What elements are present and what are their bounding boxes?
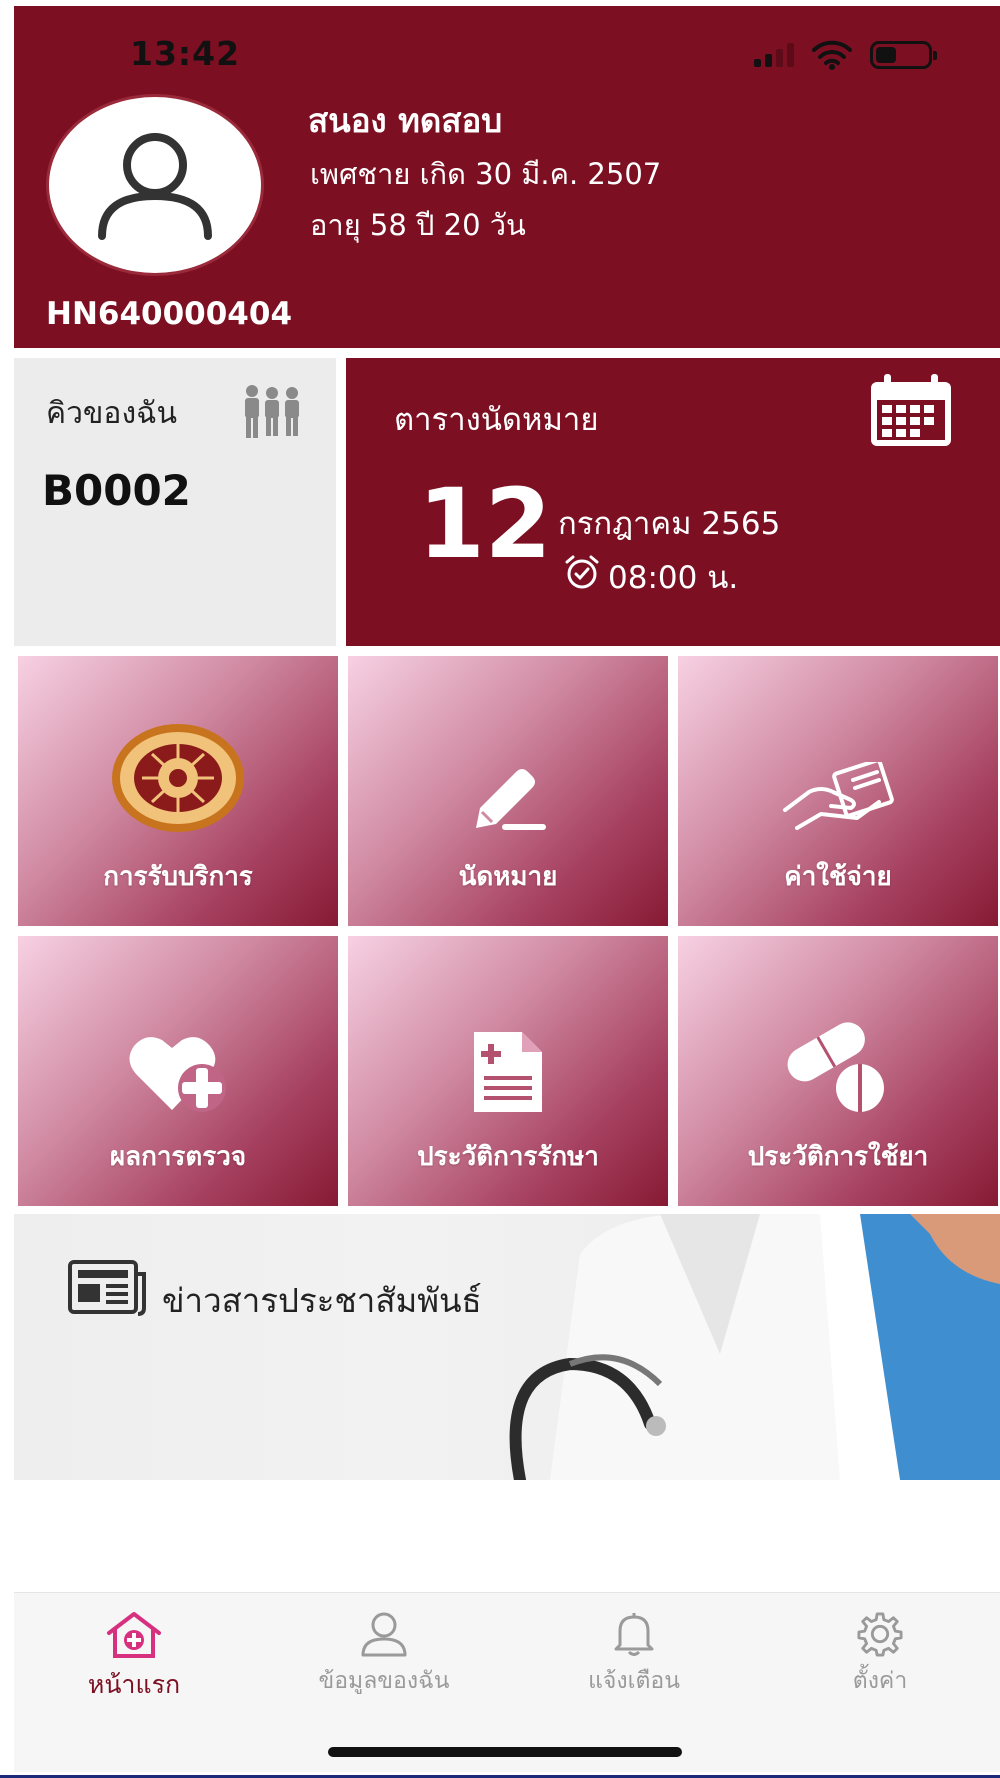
user-avatar-icon	[98, 133, 212, 240]
patient-gender-dob: เพศชาย เกิด 30 มี.ค. 2507	[310, 157, 662, 191]
tile-treatment-history[interactable]: ประวัติการรักษา	[348, 936, 668, 1206]
appointment-card[interactable]: ตารางนัดหมาย 12 กรกฎาคม 2565 08:00 น.	[346, 358, 1000, 646]
hospital-number: HN640000404	[46, 296, 293, 332]
tab-notifications[interactable]: แจ้งเตือน	[534, 1611, 734, 1699]
tab-label: ข้อมูลของฉัน	[318, 1668, 450, 1694]
medical-record-icon	[474, 1032, 542, 1112]
my-queue-card[interactable]: คิวของฉัน B0002	[14, 358, 336, 646]
news-banner[interactable]: ข่าวสารประชาสัมพันธ์	[14, 1214, 1000, 1480]
tile-label: ค่าใช้จ่าย	[784, 862, 892, 892]
appointment-day: 12	[418, 468, 552, 580]
status-icons	[754, 40, 937, 70]
queue-number: B0002	[42, 466, 191, 515]
tile-label: นัดหมาย	[458, 862, 558, 892]
tab-label: ตั้งค่า	[852, 1668, 908, 1694]
tile-label: ประวัติการรักษา	[417, 1142, 599, 1172]
queue-label: คิวของฉัน	[46, 396, 178, 431]
avatar[interactable]	[46, 94, 264, 276]
patient-age: อายุ 58 ปี 20 วัน	[310, 208, 526, 242]
heart-plus-icon	[129, 1037, 226, 1112]
tile-label: การรับบริการ	[103, 862, 253, 892]
hand-receipt-icon	[783, 762, 894, 830]
calendar-icon	[871, 374, 951, 446]
battery-icon	[870, 41, 937, 69]
tab-label: หน้าแรก	[87, 1670, 181, 1699]
tab-settings[interactable]: ตั้งค่า	[780, 1611, 980, 1699]
tile-label: ผลการตรวจ	[109, 1142, 247, 1172]
bottom-tab-bar: หน้าแรก ข้อมูลของฉัน แจ้งเตือน ตั้งค่า	[14, 1592, 1000, 1772]
gear-icon	[857, 1612, 903, 1657]
appointment-title: ตารางนัดหมาย	[394, 402, 599, 438]
pencil-sign-icon	[476, 769, 546, 830]
people-queue-icon	[245, 385, 299, 438]
signal-icon	[754, 43, 794, 67]
tab-home[interactable]: หน้าแรก	[34, 1611, 234, 1705]
home-medical-icon	[107, 1612, 161, 1658]
tab-my-info[interactable]: ข้อมูลของฉัน	[284, 1611, 484, 1699]
tab-label: แจ้งเตือน	[588, 1668, 680, 1694]
tile-medication-history[interactable]: ประวัติการใช้ยา	[678, 936, 998, 1206]
profile-header: 13:42 HN640000404 สนอง ทดสอบ เพศชาย เกิด…	[14, 6, 1000, 348]
newspaper-icon	[68, 1260, 146, 1316]
home-indicator[interactable]	[328, 1747, 682, 1757]
tile-test-results[interactable]: ผลการตรวจ	[18, 936, 338, 1206]
patient-name: สนอง ทดสอบ	[308, 101, 503, 140]
appointment-time: 08:00 น.	[608, 560, 739, 596]
tile-expenses[interactable]: ค่าใช้จ่าย	[678, 656, 998, 926]
status-time: 13:42	[130, 34, 241, 73]
bell-icon	[614, 1613, 654, 1656]
alarm-clock-icon	[565, 555, 599, 589]
news-label: ข่าวสารประชาสัมพันธ์	[162, 1281, 482, 1320]
pills-icon	[787, 1022, 884, 1112]
user-icon	[361, 1612, 407, 1657]
hospital-seal-icon	[112, 724, 244, 832]
appointment-month-year: กรกฎาคม 2565	[558, 506, 781, 542]
tile-services[interactable]: การรับบริการ	[18, 656, 338, 926]
tile-label: ประวัติการใช้ยา	[747, 1142, 929, 1172]
app-screen: 13:42 HN640000404 สนอง ทดสอบ เพศชาย เกิด…	[14, 6, 1000, 1772]
wifi-icon	[812, 40, 852, 70]
tile-appointment[interactable]: นัดหมาย	[348, 656, 668, 926]
doctor-stethoscope-image	[509, 1214, 1000, 1480]
